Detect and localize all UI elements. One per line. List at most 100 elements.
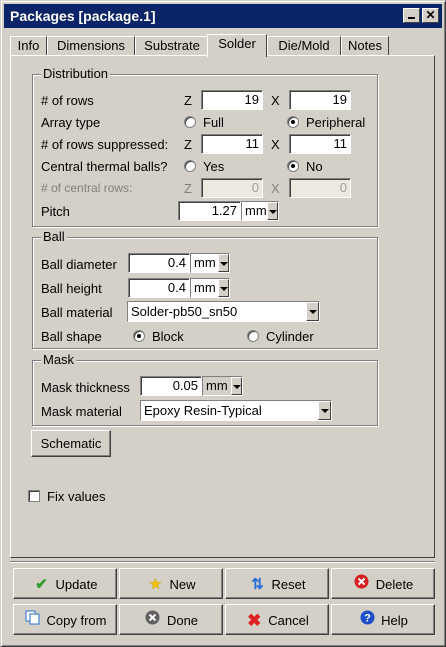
tab-label: Solder: [218, 36, 256, 51]
mask-material-value: Epoxy Resin-Typical: [144, 403, 262, 418]
reset-button-label: Reset: [271, 577, 306, 593]
rows-x-input[interactable]: 19: [289, 90, 351, 110]
array-peripheral-radio[interactable]: [287, 116, 299, 128]
rows-x-label: X: [271, 93, 280, 108]
delete-icon: [353, 570, 371, 599]
ball-height-unit-select[interactable]: mm: [190, 278, 230, 298]
delete-button-label: Delete: [375, 577, 414, 593]
close-icon: ✕: [425, 8, 436, 22]
delete-button[interactable]: Delete: [331, 568, 435, 599]
close-button[interactable]: ✕: [422, 8, 439, 23]
suppressed-z-label: Z: [184, 137, 192, 152]
reset-button[interactable]: ⇅ Reset: [225, 568, 329, 599]
tab-info[interactable]: Info: [10, 36, 47, 56]
thermal-balls-label: Central thermal balls?: [41, 159, 168, 174]
tab-label: Substrate: [144, 38, 200, 53]
chevron-down-icon: [318, 401, 331, 420]
chevron-down-icon: [218, 254, 229, 272]
pitch-unit-select[interactable]: mm: [241, 201, 279, 221]
central-x-label: X: [271, 181, 280, 196]
shape-cylinder-label: Cylinder: [266, 329, 314, 344]
minimize-icon: [408, 17, 415, 19]
fix-values-label: Fix values: [47, 489, 106, 504]
pitch-label: Pitch: [41, 204, 70, 219]
array-type-label: Array type: [41, 115, 101, 130]
ball-material-select[interactable]: Solder-pb50_sn50: [127, 301, 320, 322]
rows-z-label: Z: [184, 93, 192, 108]
tab-label: Info: [17, 38, 40, 53]
suppressed-label: # of rows suppressed:: [41, 137, 169, 152]
array-full-label: Full: [203, 115, 224, 130]
done-button[interactable]: Done: [119, 604, 223, 635]
copy-from-button-label: Copy from: [46, 613, 107, 629]
ball-height-label: Ball height: [41, 281, 102, 296]
update-button[interactable]: ✔ Update: [13, 568, 117, 599]
svg-text:?: ?: [364, 613, 371, 625]
mask-group-label: Mask: [41, 352, 77, 367]
schematic-button[interactable]: Schematic: [31, 430, 111, 457]
window-title: Packages [package.1]: [10, 8, 156, 24]
title-bar: Packages [package.1] ✕: [4, 4, 442, 28]
tab-notes[interactable]: Notes: [341, 36, 389, 56]
ball-material-label: Ball material: [41, 305, 113, 320]
suppressed-x-label: X: [271, 137, 280, 152]
mask-thickness-unit-select[interactable]: mm: [202, 376, 243, 396]
thermal-no-radio[interactable]: [287, 160, 299, 172]
pitch-input[interactable]: 1.27: [178, 201, 241, 221]
checkmark-icon: ✔: [35, 576, 48, 594]
separator: [10, 561, 435, 563]
ball-height-input[interactable]: 0.4: [128, 278, 190, 298]
tab-label: Dimensions: [57, 38, 125, 53]
help-button[interactable]: ? Help: [331, 604, 435, 635]
schematic-button-label: Schematic: [40, 436, 102, 451]
ball-diameter-input[interactable]: 0.4: [128, 253, 190, 273]
chevron-down-icon: [231, 377, 242, 395]
mask-thickness-label: Mask thickness: [41, 380, 130, 395]
fix-values-checkbox[interactable]: [28, 490, 40, 502]
cancel-button[interactable]: ✖ Cancel: [225, 604, 329, 635]
done-icon: [144, 606, 162, 635]
minimize-button[interactable]: [403, 8, 420, 23]
pitch-unit-value: mm: [245, 203, 267, 218]
cancel-button-label: Cancel: [268, 613, 309, 629]
suppressed-z-input[interactable]: 11: [201, 134, 263, 154]
ball-material-value: Solder-pb50_sn50: [131, 304, 238, 319]
done-button-label: Done: [166, 613, 199, 629]
thermal-no-label: No: [306, 159, 323, 174]
new-button[interactable]: ★ New: [119, 568, 223, 599]
array-full-radio[interactable]: [184, 116, 196, 128]
ball-group-label: Ball: [41, 229, 67, 244]
shape-block-radio[interactable]: [133, 330, 145, 342]
ball-diameter-unit-value: mm: [194, 255, 216, 270]
tab-label: Die/Mold: [278, 38, 330, 53]
tab-substrate[interactable]: Substrate: [135, 36, 209, 56]
tab-dimensions[interactable]: Dimensions: [47, 36, 135, 56]
ball-height-unit-value: mm: [194, 280, 216, 295]
rows-label: # of rows: [41, 93, 94, 108]
ball-shape-label: Ball shape: [41, 329, 102, 344]
thermal-yes-radio[interactable]: [184, 160, 196, 172]
copy-from-button[interactable]: Copy from: [13, 604, 117, 635]
tab-label: Notes: [348, 38, 382, 53]
rows-z-input[interactable]: 19: [201, 90, 263, 110]
shape-block-label: Block: [152, 329, 184, 344]
new-button-label: New: [169, 577, 196, 593]
central-rows-label: # of central rows:: [41, 181, 133, 195]
mask-material-select[interactable]: Epoxy Resin-Typical: [140, 400, 332, 421]
tab-solder[interactable]: Solder: [207, 34, 267, 57]
suppressed-x-input[interactable]: 11: [289, 134, 351, 154]
ball-diameter-unit-select[interactable]: mm: [190, 253, 230, 273]
help-button-label: Help: [381, 613, 408, 629]
central-z-input: 0: [201, 178, 263, 198]
thermal-yes-label: Yes: [203, 159, 225, 174]
central-z-label: Z: [184, 181, 192, 196]
tab-die-mold[interactable]: Die/Mold: [267, 36, 341, 56]
central-x-input: 0: [289, 178, 351, 198]
copy-icon: [24, 606, 42, 635]
mask-thickness-input[interactable]: 0.05: [140, 376, 202, 396]
update-button-label: Update: [55, 577, 98, 593]
shape-cylinder-radio[interactable]: [247, 330, 259, 342]
packages-window: Packages [package.1] ✕ Info Dimensions S…: [0, 0, 446, 647]
array-peripheral-label: Peripheral: [306, 115, 366, 130]
tab-strip: Info Dimensions Substrate Solder Die/Mol…: [10, 34, 440, 57]
